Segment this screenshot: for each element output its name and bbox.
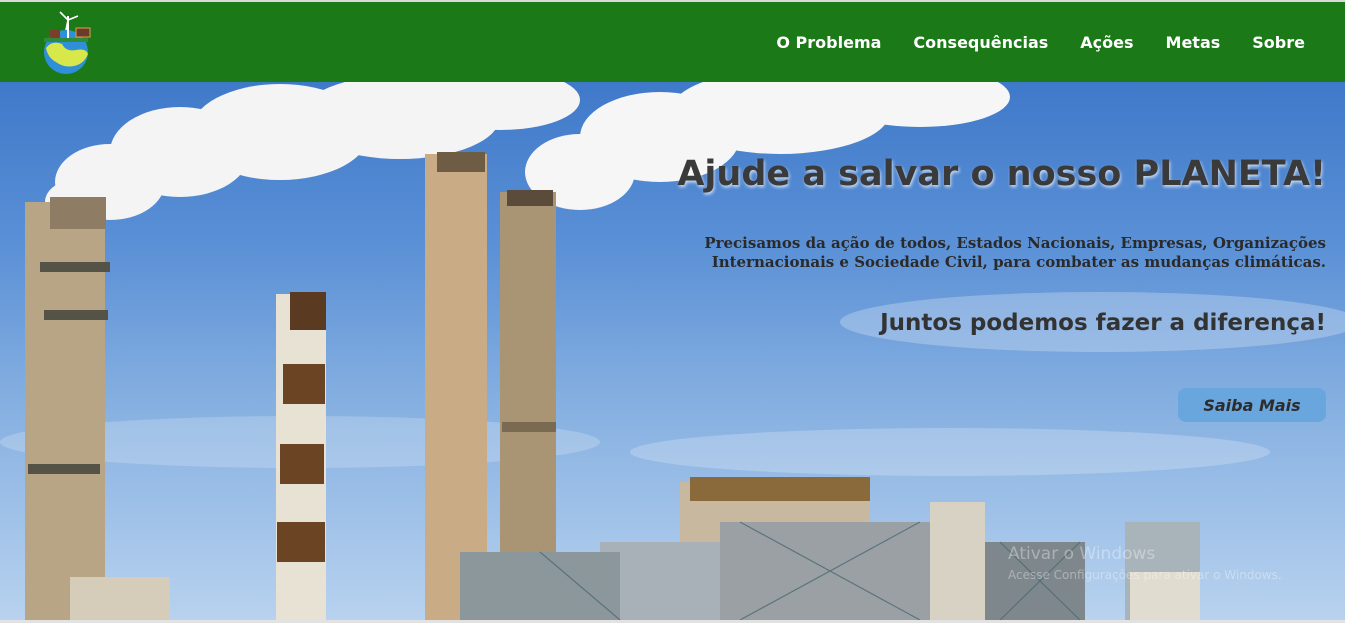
nav-link-metas[interactable]: Metas — [1166, 33, 1221, 52]
hero-section: Ajude a salvar o nosso PLANETA! Precisam… — [0, 82, 1345, 620]
hero-description: Precisamos da ação de todos, Estados Nac… — [704, 234, 1326, 271]
nav-link-consequencias[interactable]: Consequências — [913, 33, 1048, 52]
saiba-mais-button[interactable]: Saiba Mais — [1178, 388, 1326, 422]
hero-tagline: Juntos podemos fazer a diferença! — [880, 310, 1326, 336]
nav-link-acoes[interactable]: Ações — [1080, 33, 1133, 52]
watermark-subtitle: Acesse Configurações para ativar o Windo… — [1008, 568, 1282, 582]
watermark-title: Ativar o Windows — [1008, 544, 1156, 564]
windows-activation-watermark: Ativar o Windows Acesse Configurações pa… — [1008, 544, 1282, 582]
nav-link-sobre[interactable]: Sobre — [1252, 33, 1305, 52]
hero-headline: Ajude a salvar o nosso PLANETA! — [677, 154, 1326, 194]
nav-link-o-problema[interactable]: O Problema — [776, 33, 881, 52]
logo-icon[interactable] — [36, 8, 100, 74]
site-header: O Problema Consequências Ações Metas Sob… — [0, 2, 1345, 82]
main-nav: O Problema Consequências Ações Metas Sob… — [744, 2, 1305, 82]
